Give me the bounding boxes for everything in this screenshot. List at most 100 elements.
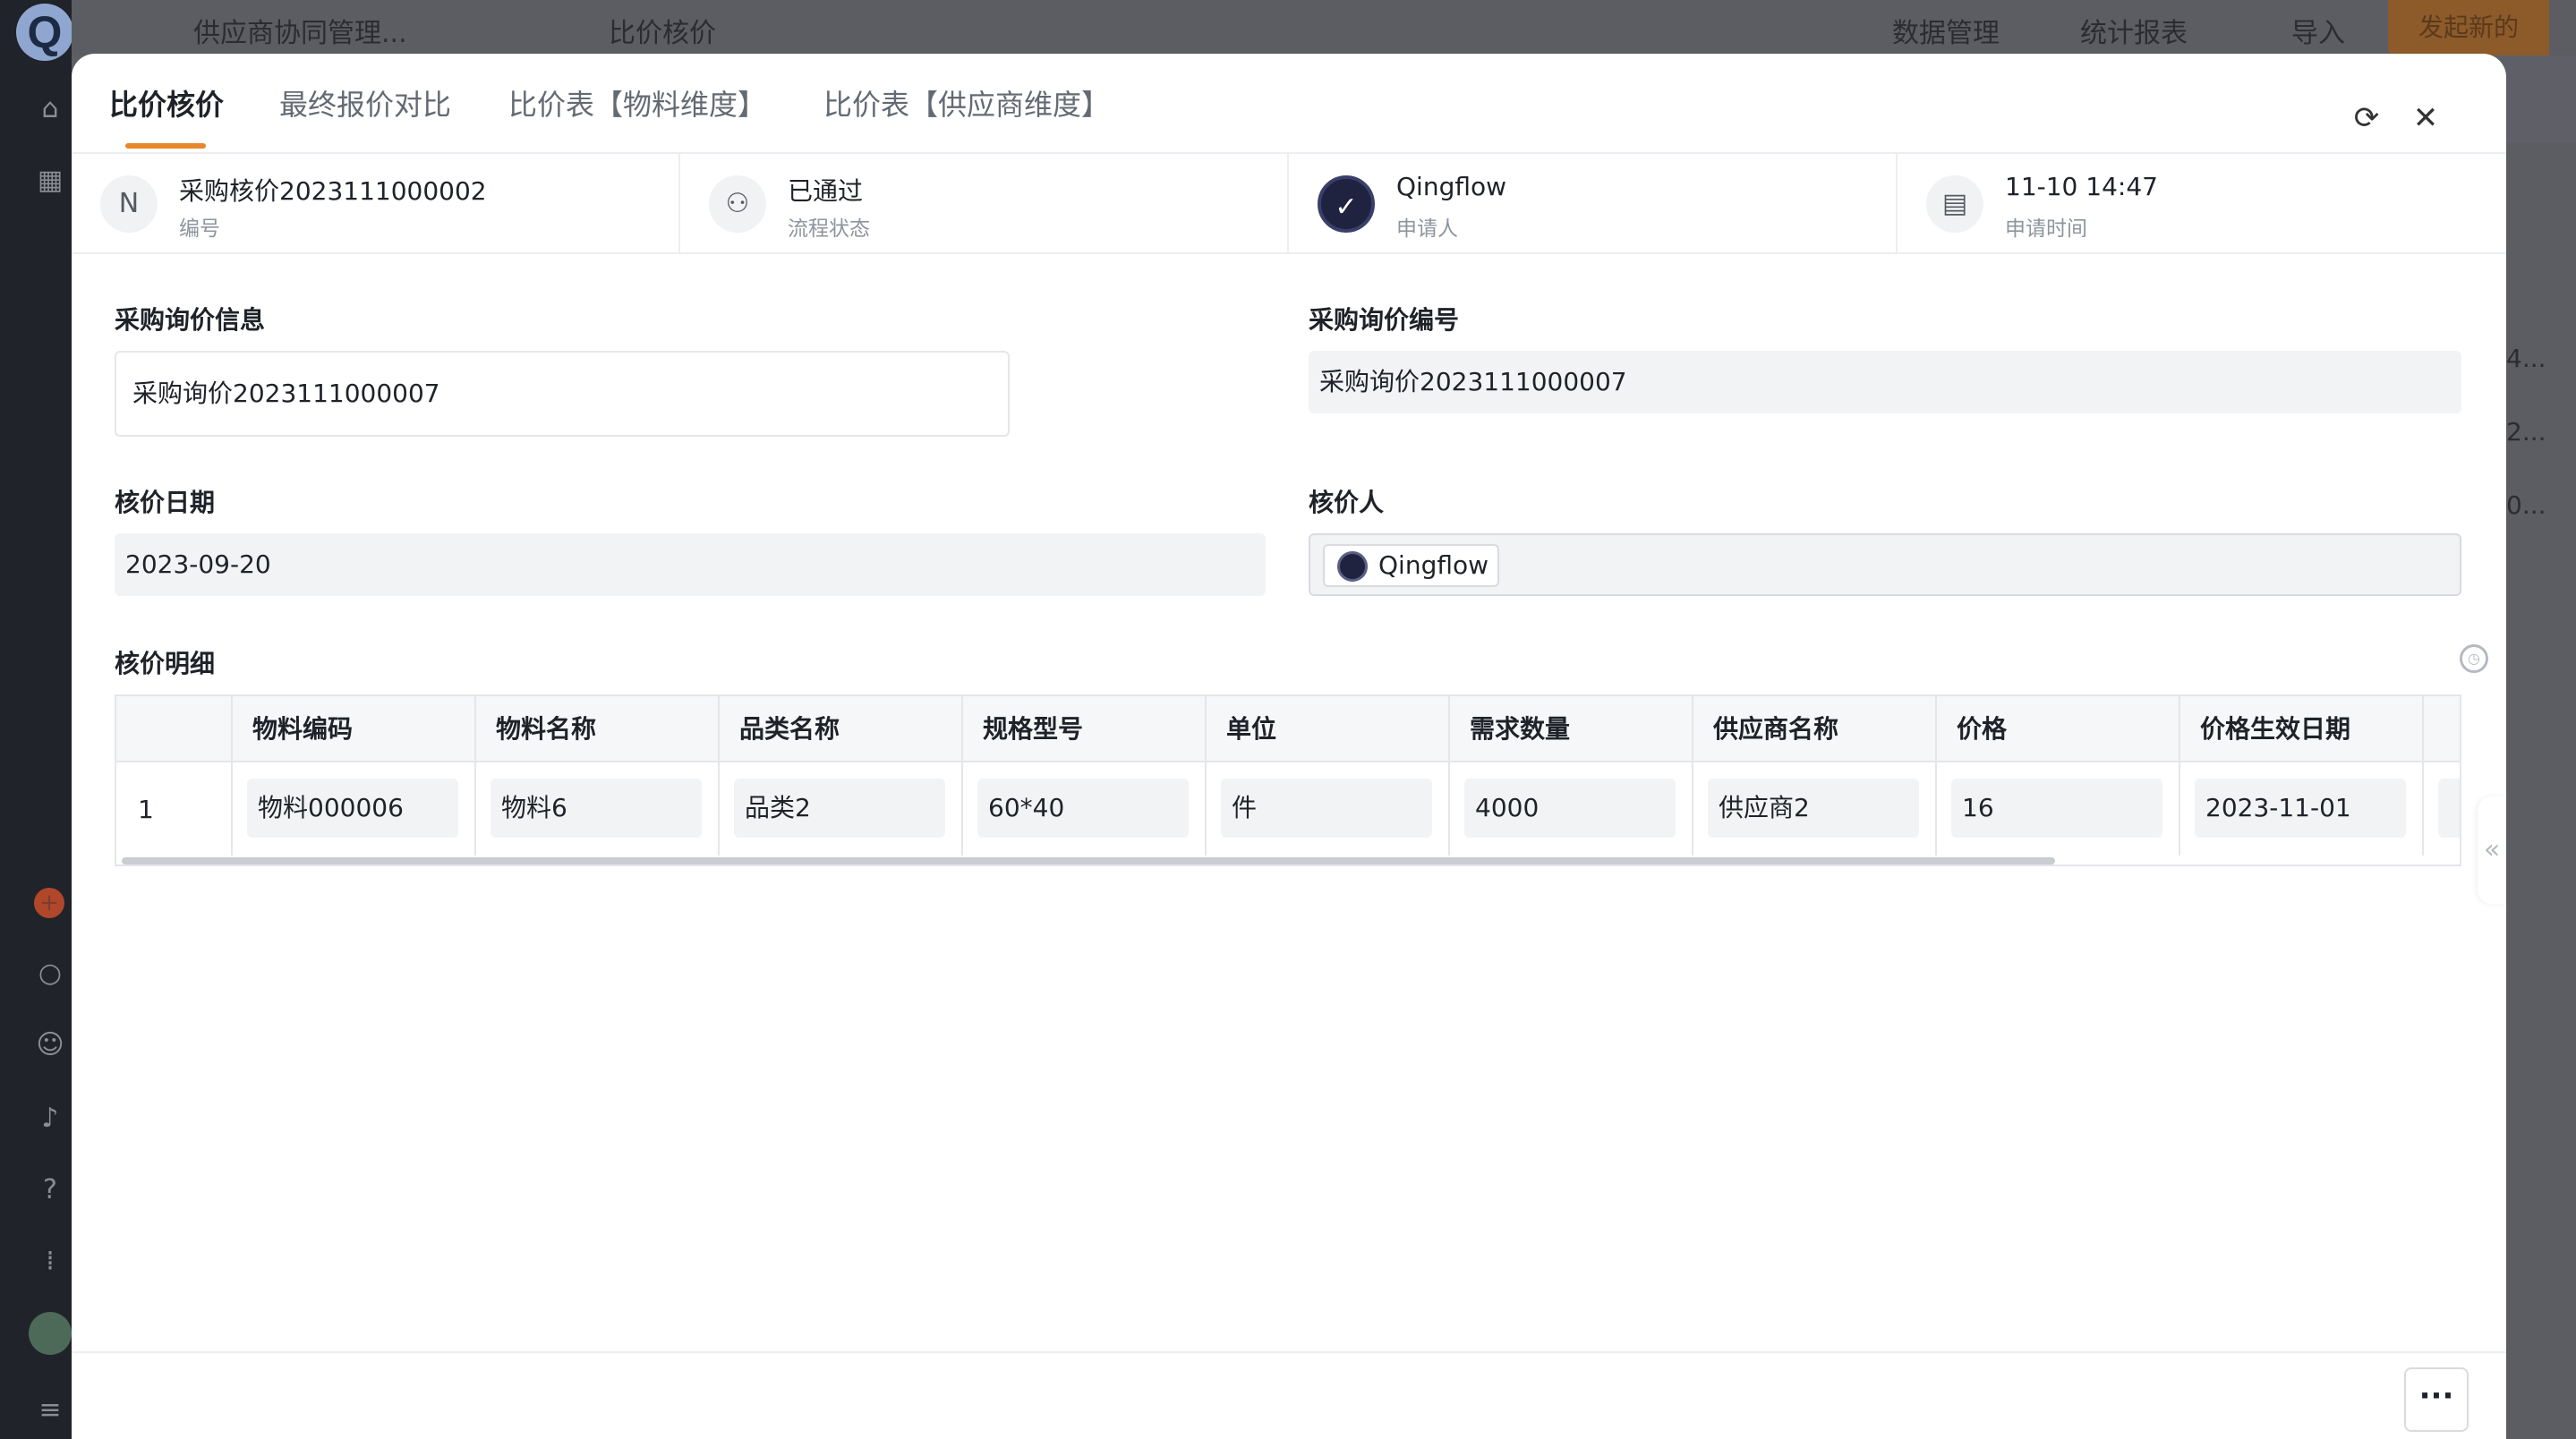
table-header-cell: 品类名称 [720,696,963,762]
page-name[interactable]: 比价核价 [609,11,716,50]
status-value: 已通过 [788,176,864,206]
cell-quantity[interactable]: 4000 [1464,779,1676,838]
record-modal: 比价核价 最终报价对比 比价表【物料维度】 比价表【供应商维度】 ⟳ ✕ N 采… [72,54,2506,1439]
inquiry-info-label: 采购询价信息 [115,305,266,335]
table-header-index [116,696,233,762]
expand-sidebar-icon[interactable]: ≡ [34,1394,66,1426]
app-topbar: 供应商协同管理... 比价核价 数据管理 统计报表 导入 发起新的 [72,0,2576,55]
help-icon[interactable]: ? [34,1174,66,1206]
background-cell: 4... [2506,344,2546,373]
app-name[interactable]: 供应商协同管理... [193,11,407,50]
checker-chip: Qingflow [1323,544,1500,587]
avatar [1337,551,1368,582]
tab-compare-supplier[interactable]: 比价表【供应商维度】 [823,82,1110,123]
table-cell: 物料000006 [233,762,476,856]
table-cell: 16 [1937,762,2180,856]
cell-spec[interactable]: 60*40 [977,779,1189,838]
checker-field: Qingflow [1309,533,2461,596]
collapse-panel-icon[interactable]: « [2478,796,2506,904]
app-sidebar: Q ⌂ ▦ + ○ ☺ ♪ ? ⁞ ≡ [0,0,73,1439]
detail-table: 物料编码 物料名称 品类名称 规格型号 单位 需求数量 供应商名称 价格 价格生… [115,694,2461,866]
table-header-cell: 价格 [1937,696,2180,762]
cell-supplier[interactable]: 供应商2 [1708,779,1919,838]
calendar-icon: ▤ [1926,175,1983,233]
table-cell: 物料6 [476,762,720,856]
modal-tabs: 比价核价 最终报价对比 比价表【物料维度】 比价表【供应商维度】 ⟳ ✕ [72,54,2506,154]
contacts-icon[interactable]: ☺ [34,1029,66,1061]
workflow-icon: ⚇ [709,175,766,233]
close-icon[interactable]: ✕ [2408,100,2444,136]
applicant-value: Qingflow [1396,172,1507,201]
table-cell: 60*40 [963,762,1207,856]
add-icon[interactable]: + [34,888,64,918]
cell-material-code[interactable]: 物料000006 [247,779,458,838]
table-header-cell: 价格生效日期 [2180,696,2424,762]
table-header-cell: 单位 [1207,696,1450,762]
tab-price-check[interactable]: 比价核价 [109,82,224,123]
table-cell: 4000 [1450,762,1693,856]
check-date-label: 核价日期 [115,488,216,517]
inquiry-no-field: 采购询价2023111000007 [1309,351,2461,413]
apps-grid-icon[interactable]: ▦ [34,165,66,197]
more-actions-button[interactable]: ··· [2404,1367,2469,1432]
table-cell: 供应商2 [1693,762,1937,856]
inquiry-no-label: 采购询价编号 [1309,305,1460,335]
grid-icon[interactable]: ⁞ [34,1246,66,1278]
row-number: 1 [138,795,154,824]
applicant-label: 申请人 [1396,217,1458,241]
refresh-icon[interactable]: ⟳ [2349,100,2384,136]
table-cell: 2023-11-01 [2180,762,2424,856]
cell-price[interactable]: 16 [1951,779,2162,838]
table-header-cell: 需求数量 [1450,696,1693,762]
app-logo: Q [16,4,73,61]
avatar: ✓ [1318,175,1375,233]
cell-overflow[interactable] [2438,779,2460,838]
table-header-cell: 规格型号 [963,696,1207,762]
check-date-field: 2023-09-20 [115,533,1266,596]
table-row: 1 物料000006 物料6 品类2 60*40 件 4000 供应商2 16 … [116,762,2460,856]
record-info-bar: N 采购核价2023111000002 编号 ⚇ 已通过 流程状态 ✓ Qing… [72,152,2506,254]
detail-label: 核价明细 [115,649,216,678]
info-status: ⚇ 已通过 流程状态 [680,154,1289,252]
bell-icon[interactable]: ♪ [34,1103,66,1135]
table-cell: 品类2 [720,762,963,856]
apply-time-label: 申请时间 [2005,217,2087,241]
active-tab-indicator [125,143,206,149]
background-list [2506,143,2576,1439]
search-icon[interactable]: ○ [34,958,66,990]
modal-footer: ··· [72,1351,2506,1439]
info-record-no: N 采购核价2023111000002 编号 [72,154,680,252]
cell-material-name[interactable]: 物料6 [490,779,702,838]
tab-compare-material[interactable]: 比价表【物料维度】 [508,82,766,123]
new-record-button[interactable]: 发起新的 [2388,0,2549,55]
cell-effective-date[interactable]: 2023-11-01 [2195,779,2406,838]
home-icon[interactable]: ⌂ [34,93,66,125]
stats-link[interactable]: 统计报表 [2080,11,2188,50]
info-apply-time: ▤ 11-10 14:47 申请时间 [1898,154,2506,252]
checker-label: 核价人 [1309,488,1385,517]
background-cell: 2... [2506,417,2546,447]
background-cell: 0... [2506,490,2546,520]
table-header-cell: 物料编码 [233,696,476,762]
cell-category[interactable]: 品类2 [734,779,945,838]
info-applicant: ✓ Qingflow 申请人 [1289,154,1898,252]
data-manage-link[interactable]: 数据管理 [1892,11,2000,50]
record-no-value: 采购核价2023111000002 [179,176,487,206]
table-horizontal-scrollbar[interactable] [122,857,2055,864]
cell-unit[interactable]: 件 [1221,779,1432,838]
table-header-cell: 物料名称 [476,696,720,762]
table-cell [2424,762,2460,856]
row-index-cell: 1 [116,762,233,856]
table-header: 物料编码 物料名称 品类名称 规格型号 单位 需求数量 供应商名称 价格 价格生… [116,696,2460,762]
inquiry-info-field[interactable]: 采购询价2023111000007 [115,351,1010,437]
n-icon: N [100,175,158,233]
apply-time-value: 11-10 14:47 [2005,172,2158,201]
history-icon[interactable]: ◷ [2460,644,2488,673]
checker-name: Qingflow [1378,550,1489,580]
user-avatar[interactable] [29,1312,72,1355]
table-cell: 件 [1207,762,1450,856]
status-label: 流程状态 [788,217,870,241]
record-no-label: 编号 [179,217,220,241]
import-link[interactable]: 导入 [2291,11,2345,50]
tab-final-quote-compare[interactable]: 最终报价对比 [279,82,451,123]
